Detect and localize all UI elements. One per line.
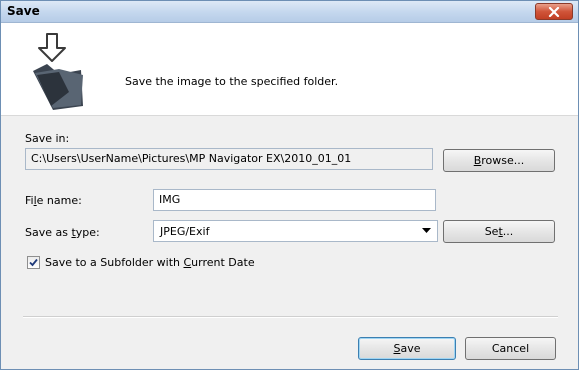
file-name-value: IMG (159, 193, 181, 206)
set-label-post: ... (502, 225, 514, 238)
header-description: Save the image to the specified folder. (125, 75, 339, 88)
close-icon (548, 6, 560, 17)
file-name-label-pre: Fi (25, 194, 34, 207)
checkmark-icon (29, 258, 38, 267)
window-title: Save (7, 4, 40, 18)
save-label-post: ave (400, 342, 421, 355)
save-button[interactable]: Save (358, 337, 456, 360)
save-as-type-label-post: ype: (75, 226, 100, 239)
save-as-type-label: Save as type: (25, 226, 100, 239)
close-button[interactable] (535, 3, 573, 20)
save-in-path-field[interactable]: C:\Users\UserName\Pictures\MP Navigator … (25, 148, 433, 170)
subfolder-label[interactable]: Save to a Subfolder with Current Date (45, 256, 255, 269)
browse-label-post: rowse... (481, 154, 525, 167)
dialog-header: Save the image to the specified folder. (1, 23, 578, 116)
subfolder-label-post: urrent Date (191, 256, 255, 269)
set-label-pre: Se (484, 225, 499, 238)
save-as-type-select[interactable]: JPEG/Exif (153, 220, 438, 242)
save-as-type-label-pre: Save as (25, 226, 72, 239)
cancel-button[interactable]: Cancel (465, 337, 556, 360)
save-in-label: Save in: (25, 132, 70, 145)
file-name-label: File name: (25, 194, 82, 207)
subfolder-label-pre: Save to a Subfolder with (45, 256, 184, 269)
save-folder-icon (33, 33, 83, 110)
save-in-path: C:\Users\UserName\Pictures\MP Navigator … (31, 152, 352, 165)
file-name-label-post: e name: (36, 194, 82, 207)
set-button[interactable]: Se t... (443, 220, 555, 243)
save-as-type-value: JPEG/Exif (160, 225, 210, 238)
title-bar[interactable]: Save (1, 1, 578, 23)
save-dialog: Save Save the image to the specified fol… (0, 0, 579, 370)
browse-label-mnemonic: B (473, 154, 482, 167)
subfolder-checkbox[interactable] (27, 256, 40, 269)
save-label-mnemonic: S (393, 342, 401, 355)
browse-button[interactable]: Browse... (443, 149, 555, 172)
divider (23, 316, 558, 318)
chevron-down-icon[interactable] (422, 228, 431, 234)
cancel-label: Cancel (491, 342, 530, 355)
file-name-input[interactable]: IMG (153, 189, 436, 211)
